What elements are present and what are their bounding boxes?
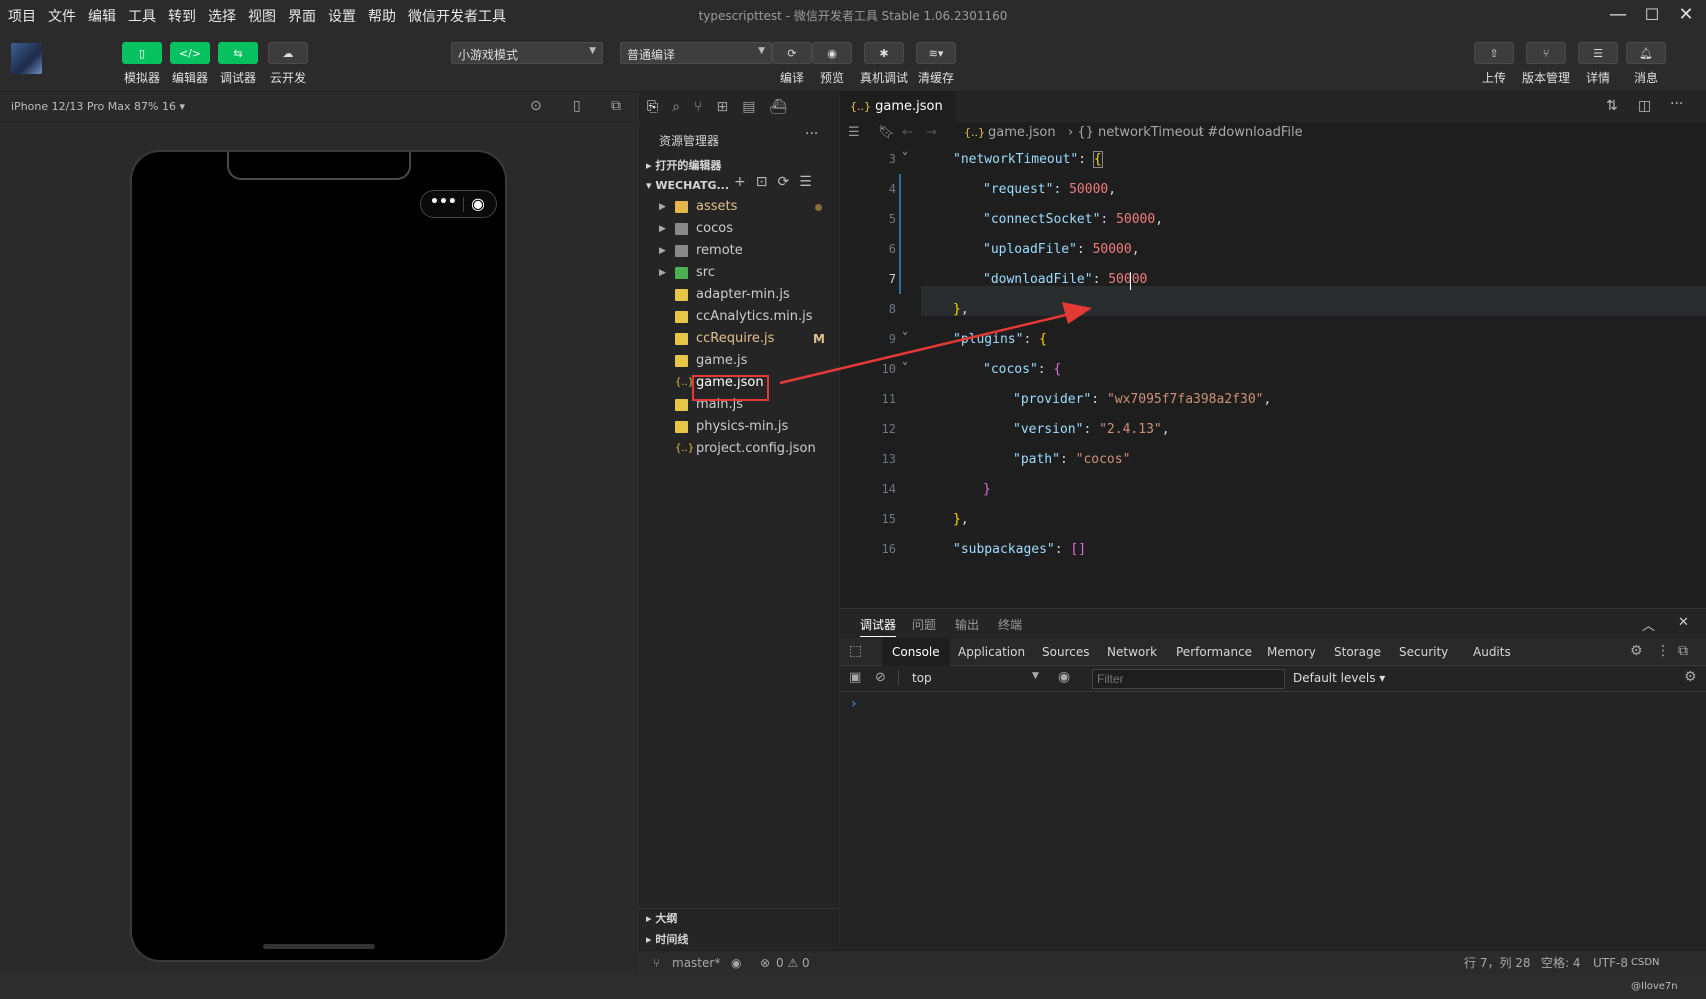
status-bar: ⑂ master* ◉ ⊗ 0 ⚠ 0 行 7，列 28 空格: 4 UTF-8… <box>639 950 1706 992</box>
filter-input[interactable] <box>1092 669 1285 689</box>
tab-network[interactable]: Network <box>1107 645 1157 659</box>
encoding[interactable]: UTF-8 <box>1593 951 1628 975</box>
inspect-icon[interactable]: ⬚ <box>849 643 862 659</box>
sidebar-toggle-icon[interactable]: ▣ <box>849 670 861 685</box>
indent-setting[interactable]: 空格: 4 <box>1541 951 1581 975</box>
gear-icon[interactable]: ⚙ <box>1630 643 1643 659</box>
eye-icon[interactable]: ◉ <box>731 951 741 975</box>
panel-tab-problems[interactable]: 问题 <box>912 616 936 633</box>
clear-console-icon[interactable]: ⊘ <box>875 670 886 685</box>
kebab-icon[interactable]: ⋮ <box>1656 643 1670 659</box>
problems-count[interactable]: 0 ⚠ 0 <box>776 951 810 975</box>
tab-sources[interactable]: Sources <box>1042 645 1089 659</box>
tab-storage[interactable]: Storage <box>1334 645 1381 659</box>
tab-memory[interactable]: Memory <box>1267 645 1316 659</box>
tab-security[interactable]: Security <box>1399 645 1448 659</box>
gear-icon[interactable]: ⚙ <box>1684 669 1697 685</box>
panel-tab-output[interactable]: 输出 <box>955 616 979 633</box>
close-icon[interactable]: ✕ <box>1678 615 1689 630</box>
chevron-up-icon[interactable]: ︿ <box>1642 615 1655 634</box>
watermark: CSDN @Ilove7n <box>1631 957 1678 992</box>
divider <box>898 670 900 686</box>
error-icon: ⊗ <box>760 956 771 970</box>
eye-icon[interactable]: ◉ <box>1058 669 1070 685</box>
git-branch[interactable]: master* <box>672 951 720 975</box>
chevron-down-icon: ▼ <box>1032 671 1039 681</box>
undock-icon[interactable]: ⧉ <box>1678 643 1688 659</box>
tab-audits[interactable]: Audits <box>1473 645 1511 659</box>
panel-tab-debugger[interactable]: 调试器 <box>860 616 897 637</box>
tab-console[interactable]: Console <box>882 638 950 666</box>
levels-select[interactable]: Default levels ▾ <box>1293 671 1385 685</box>
branch-icon: ⑂ <box>653 956 661 970</box>
panel-tab-terminal[interactable]: 终端 <box>998 616 1022 633</box>
cursor-position[interactable]: 行 7，列 28 <box>1464 951 1531 975</box>
console-prompt[interactable]: › <box>851 696 857 712</box>
devtools-panel: 调试器 问题 输出 终端 ︿ ✕ ⬚ Console Application S… <box>840 608 1706 974</box>
devtools-tabs: ⬚ Console Application Sources Network Pe… <box>840 638 1706 666</box>
console-toolbar: ▣ ⊘ top ▼ ◉ Default levels ▾ ⚙ <box>840 666 1706 692</box>
tab-application[interactable]: Application <box>958 645 1025 659</box>
tab-performance[interactable]: Performance <box>1176 645 1252 659</box>
panel-tabs: 调试器 问题 输出 终端 ︿ ✕ <box>840 608 1706 638</box>
context-select[interactable]: top <box>912 671 932 685</box>
